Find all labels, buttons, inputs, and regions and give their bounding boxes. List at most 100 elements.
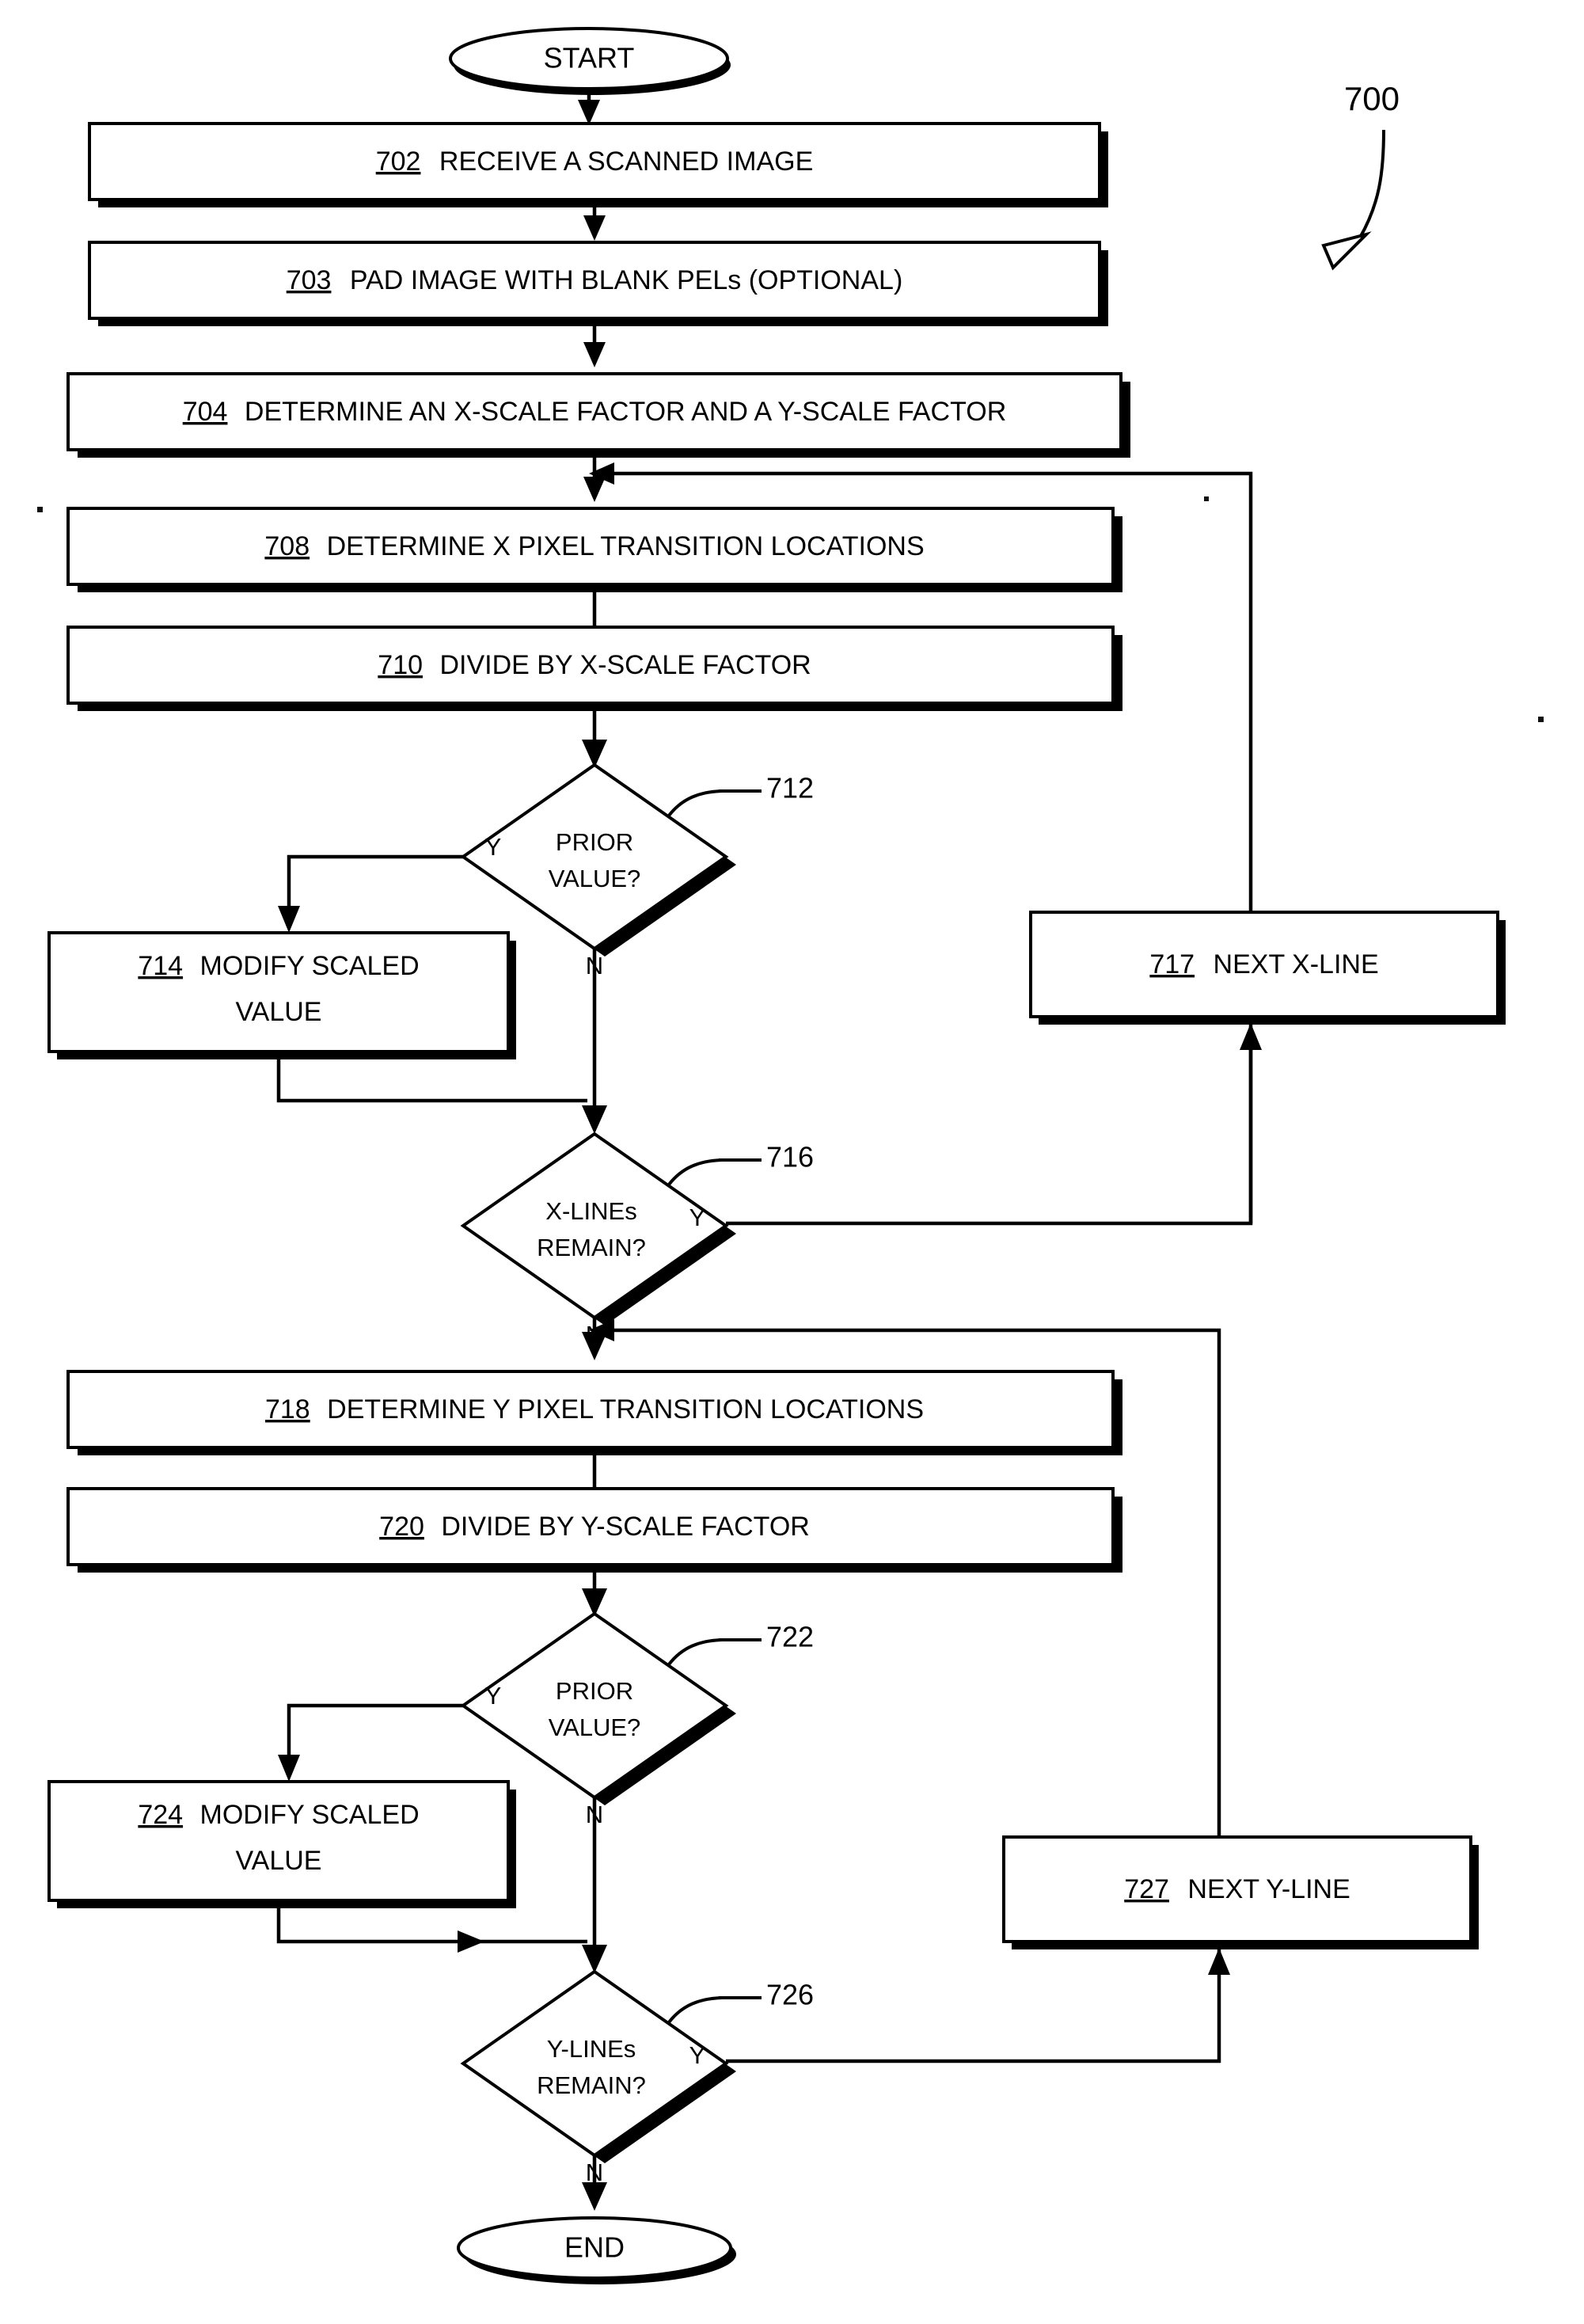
- box-727-text: 727 NEXT Y-LINE: [1124, 1874, 1350, 1904]
- box-708-ref: 708: [264, 531, 310, 561]
- box-724-label: MODIFY SCALED: [200, 1800, 420, 1830]
- decision-712-ref: 712: [766, 772, 814, 804]
- arrow-head: [582, 1105, 607, 1134]
- box-727-ref: 727: [1124, 1874, 1169, 1904]
- arrow-head: [1208, 1948, 1230, 1975]
- box-720-ref: 720: [379, 1512, 424, 1542]
- figure-number-label: 700: [1344, 80, 1400, 117]
- process-box-702: 702 RECEIVE A SCANNED IMAGE: [88, 122, 1108, 207]
- arrow-head: [583, 215, 606, 241]
- decision-712-yes-label: Y: [485, 833, 502, 861]
- arrow-head: [1240, 1023, 1262, 1050]
- box-717-ref: 717: [1149, 949, 1195, 979]
- terminal-start: START: [449, 27, 731, 95]
- start-label: START: [544, 42, 635, 74]
- decision-722-diamond: [460, 1611, 729, 1800]
- box-720-text: 720 DIVIDE BY Y-SCALE FACTOR: [379, 1512, 810, 1542]
- decision-726-yes-label: Y: [689, 2041, 706, 2069]
- decision-726-diamond: [460, 1969, 729, 2158]
- box-710-ref: 710: [378, 650, 423, 680]
- decision-712-line1: PRIOR: [556, 828, 633, 856]
- process-box-724: 724 MODIFY SCALED VALUE: [47, 1780, 516, 1908]
- decision-722-line1: PRIOR: [556, 1677, 633, 1705]
- connector-710-to-712: [582, 708, 607, 768]
- box-702-ref: 702: [376, 146, 421, 177]
- box-717-text: 717 NEXT X-LINE: [1149, 949, 1378, 979]
- connector-724-to-main: [276, 1908, 587, 1953]
- process-box-714: 714 MODIFY SCALED VALUE: [47, 931, 516, 1059]
- decision-726-line2: REMAIN?: [537, 2071, 646, 2099]
- arrow-head: [582, 1945, 607, 1973]
- end-label: END: [564, 2231, 625, 2264]
- box-703-ref: 703: [287, 265, 332, 295]
- box-718-text: 718 DETERMINE Y PIXEL TRANSITION LOCATIO…: [265, 1394, 924, 1424]
- box-718-ref: 718: [265, 1394, 310, 1424]
- box-702-text: 702 RECEIVE A SCANNED IMAGE: [376, 146, 814, 177]
- box-724-text: 724 MODIFY SCALED: [138, 1800, 419, 1830]
- process-box-720: 720 DIVIDE BY Y-SCALE FACTOR: [66, 1487, 1122, 1573]
- box-727-label: NEXT Y-LINE: [1187, 1874, 1350, 1904]
- box-710-text: 710 DIVIDE BY X-SCALE FACTOR: [378, 650, 811, 680]
- arrow-head: [578, 100, 600, 125]
- box-720-label: DIVIDE BY Y-SCALE FACTOR: [441, 1512, 809, 1542]
- box-704-ref: 704: [183, 397, 228, 427]
- box-704-label: DETERMINE AN X-SCALE FACTOR AND A Y-SCAL…: [245, 397, 1006, 427]
- process-box-727: 727 NEXT Y-LINE: [1002, 1835, 1479, 1949]
- box-703-text: 703 PAD IMAGE WITH BLANK PELs (OPTIONAL): [287, 265, 903, 295]
- process-box-710: 710 DIVIDE BY X-SCALE FACTOR: [66, 626, 1122, 711]
- decision-722-leader: [667, 1638, 723, 1666]
- box-704-text: 704 DETERMINE AN X-SCALE FACTOR AND A Y-…: [183, 397, 1007, 427]
- decision-716-yes-label: Y: [689, 1204, 706, 1231]
- box-724-ref: 724: [138, 1800, 183, 1830]
- connector-702-to-703: [583, 204, 606, 241]
- decision-716: X-LINEs REMAIN? Y N 716: [460, 1132, 814, 1348]
- arrow-head: [583, 342, 606, 367]
- connector-712-yes-to-714: [278, 854, 463, 933]
- arrow-head: [582, 2182, 607, 2211]
- box-714-text: 714 MODIFY SCALED: [138, 951, 419, 981]
- decision-722-yes-label: Y: [485, 1682, 502, 1710]
- box-710-label: DIVIDE BY X-SCALE FACTOR: [439, 650, 811, 680]
- figure-leader-line: [1358, 129, 1385, 238]
- decision-712-diamond: [460, 763, 729, 951]
- arrow-head: [278, 906, 300, 933]
- box-703-label: PAD IMAGE WITH BLANK PELs (OPTIONAL): [350, 265, 902, 295]
- decision-716-ref: 716: [766, 1141, 814, 1173]
- figure-arrow-head: [1321, 231, 1372, 271]
- flowchart-diagram: 700 START 702 RECEIVE A SCANNED IMAGE 70…: [37, 27, 1544, 2284]
- terminal-end: END: [457, 2216, 736, 2284]
- box-714-label2: VALUE: [236, 997, 322, 1027]
- box-724-label2: VALUE: [236, 1846, 322, 1876]
- connector-703-to-704: [583, 323, 606, 367]
- box-714-label: MODIFY SCALED: [200, 951, 420, 981]
- box-708-text: 708 DETERMINE X PIXEL TRANSITION LOCATIO…: [264, 531, 924, 561]
- box-717-label: NEXT X-LINE: [1214, 949, 1379, 979]
- decision-726-line1: Y-LINEs: [547, 2035, 636, 2063]
- decision-722-line2: VALUE?: [549, 1714, 641, 1741]
- decision-716-line2: REMAIN?: [537, 1234, 646, 1261]
- decision-712-leader: [667, 789, 723, 817]
- decision-712-line2: VALUE?: [549, 865, 641, 892]
- process-box-708: 708 DETERMINE X PIXEL TRANSITION LOCATIO…: [66, 507, 1122, 592]
- connector-722-yes-to-724: [278, 1703, 463, 1782]
- decision-716-leader: [667, 1158, 723, 1186]
- box-718-label: DETERMINE Y PIXEL TRANSITION LOCATIONS: [327, 1394, 924, 1424]
- arrow-head: [583, 477, 606, 502]
- arrow-head: [278, 1755, 300, 1782]
- box-702-label: RECEIVE A SCANNED IMAGE: [439, 146, 813, 177]
- process-box-718: 718 DETERMINE Y PIXEL TRANSITION LOCATIO…: [66, 1370, 1122, 1455]
- process-box-704: 704 DETERMINE AN X-SCALE FACTOR AND A Y-…: [66, 372, 1130, 458]
- decision-726: Y-LINEs REMAIN? Y N 726: [460, 1969, 814, 2186]
- decision-716-diamond: [460, 1132, 729, 1320]
- box-708-label: DETERMINE X PIXEL TRANSITION LOCATIONS: [327, 531, 925, 561]
- decision-716-line1: X-LINEs: [545, 1197, 636, 1225]
- process-box-703: 703 PAD IMAGE WITH BLANK PELs (OPTIONAL): [88, 241, 1108, 326]
- connector-716-yes-to-717: [726, 1023, 1262, 1226]
- decision-726-leader: [667, 1996, 723, 2024]
- decision-722-ref: 722: [766, 1621, 814, 1653]
- connector-714-to-main: [276, 1059, 587, 1103]
- decision-726-ref: 726: [766, 1979, 814, 2011]
- box-714-ref: 714: [138, 951, 183, 981]
- process-box-717: 717 NEXT X-LINE: [1029, 911, 1506, 1025]
- figure-callout-700: 700: [1321, 80, 1400, 271]
